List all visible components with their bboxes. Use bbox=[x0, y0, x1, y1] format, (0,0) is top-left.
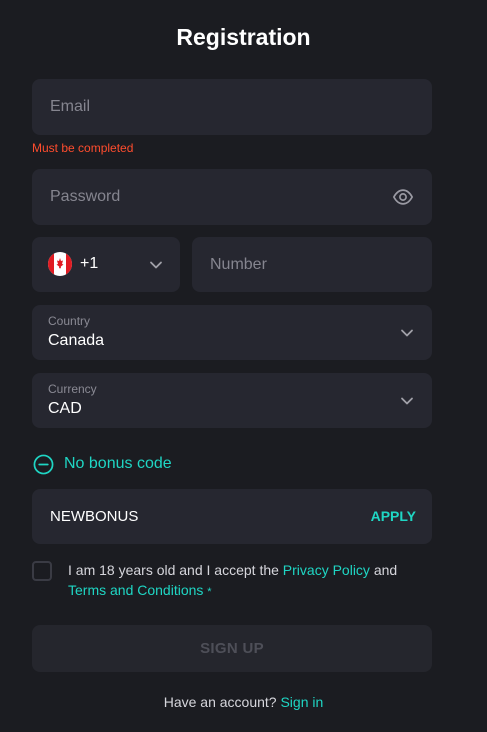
password-field[interactable] bbox=[32, 169, 432, 225]
phone-number-input[interactable] bbox=[208, 237, 408, 292]
no-bonus-code-label: No bonus code bbox=[64, 455, 172, 472]
chevron-down-icon bbox=[150, 261, 162, 269]
currency-value: CAD bbox=[48, 400, 82, 417]
have-account-text: Have an account? bbox=[163, 694, 277, 710]
currency-select[interactable]: Currency CAD bbox=[32, 373, 432, 428]
email-input[interactable] bbox=[48, 79, 378, 135]
no-bonus-code-toggle[interactable]: No bonus code bbox=[33, 453, 172, 475]
canada-flag-icon bbox=[48, 252, 72, 276]
promo-code-input[interactable] bbox=[48, 489, 348, 544]
eye-icon[interactable] bbox=[392, 187, 414, 207]
apply-button[interactable]: APPLY bbox=[371, 508, 416, 524]
country-value: Canada bbox=[48, 332, 105, 349]
sign-up-button[interactable]: SIGN UP bbox=[32, 625, 432, 672]
phone-number-field[interactable] bbox=[192, 237, 432, 292]
terms-text-before: I am 18 years old and I accept the bbox=[68, 562, 283, 578]
promo-code-field[interactable]: APPLY bbox=[32, 489, 432, 544]
have-account-row: Have an account? Sign in bbox=[0, 694, 487, 710]
age-terms-checkbox[interactable] bbox=[32, 561, 52, 581]
chevron-down-icon bbox=[401, 329, 413, 337]
privacy-policy-link[interactable]: Privacy Policy bbox=[283, 562, 370, 578]
country-label: Country bbox=[48, 314, 91, 328]
terms-text-and: and bbox=[369, 562, 398, 578]
page-title: Registration bbox=[176, 24, 311, 50]
terms-text: I am 18 years old and I accept the Priva… bbox=[68, 560, 428, 602]
terms-conditions-link[interactable]: Terms and Conditions bbox=[68, 582, 203, 598]
country-select[interactable]: Country Canada bbox=[32, 305, 432, 360]
registration-page: Registration Must be completed +1 Countr… bbox=[0, 0, 487, 732]
currency-label: Currency bbox=[48, 382, 97, 396]
sign-in-link[interactable]: Sign in bbox=[280, 694, 323, 710]
chevron-down-icon bbox=[401, 397, 413, 405]
minus-circle-icon bbox=[33, 454, 54, 474]
email-field[interactable] bbox=[32, 79, 432, 135]
phone-code-select[interactable]: +1 bbox=[32, 237, 180, 292]
email-error-message: Must be completed bbox=[32, 141, 134, 155]
password-input[interactable] bbox=[48, 169, 378, 225]
required-mark: * bbox=[207, 586, 212, 598]
phone-code-value: +1 bbox=[80, 255, 99, 272]
